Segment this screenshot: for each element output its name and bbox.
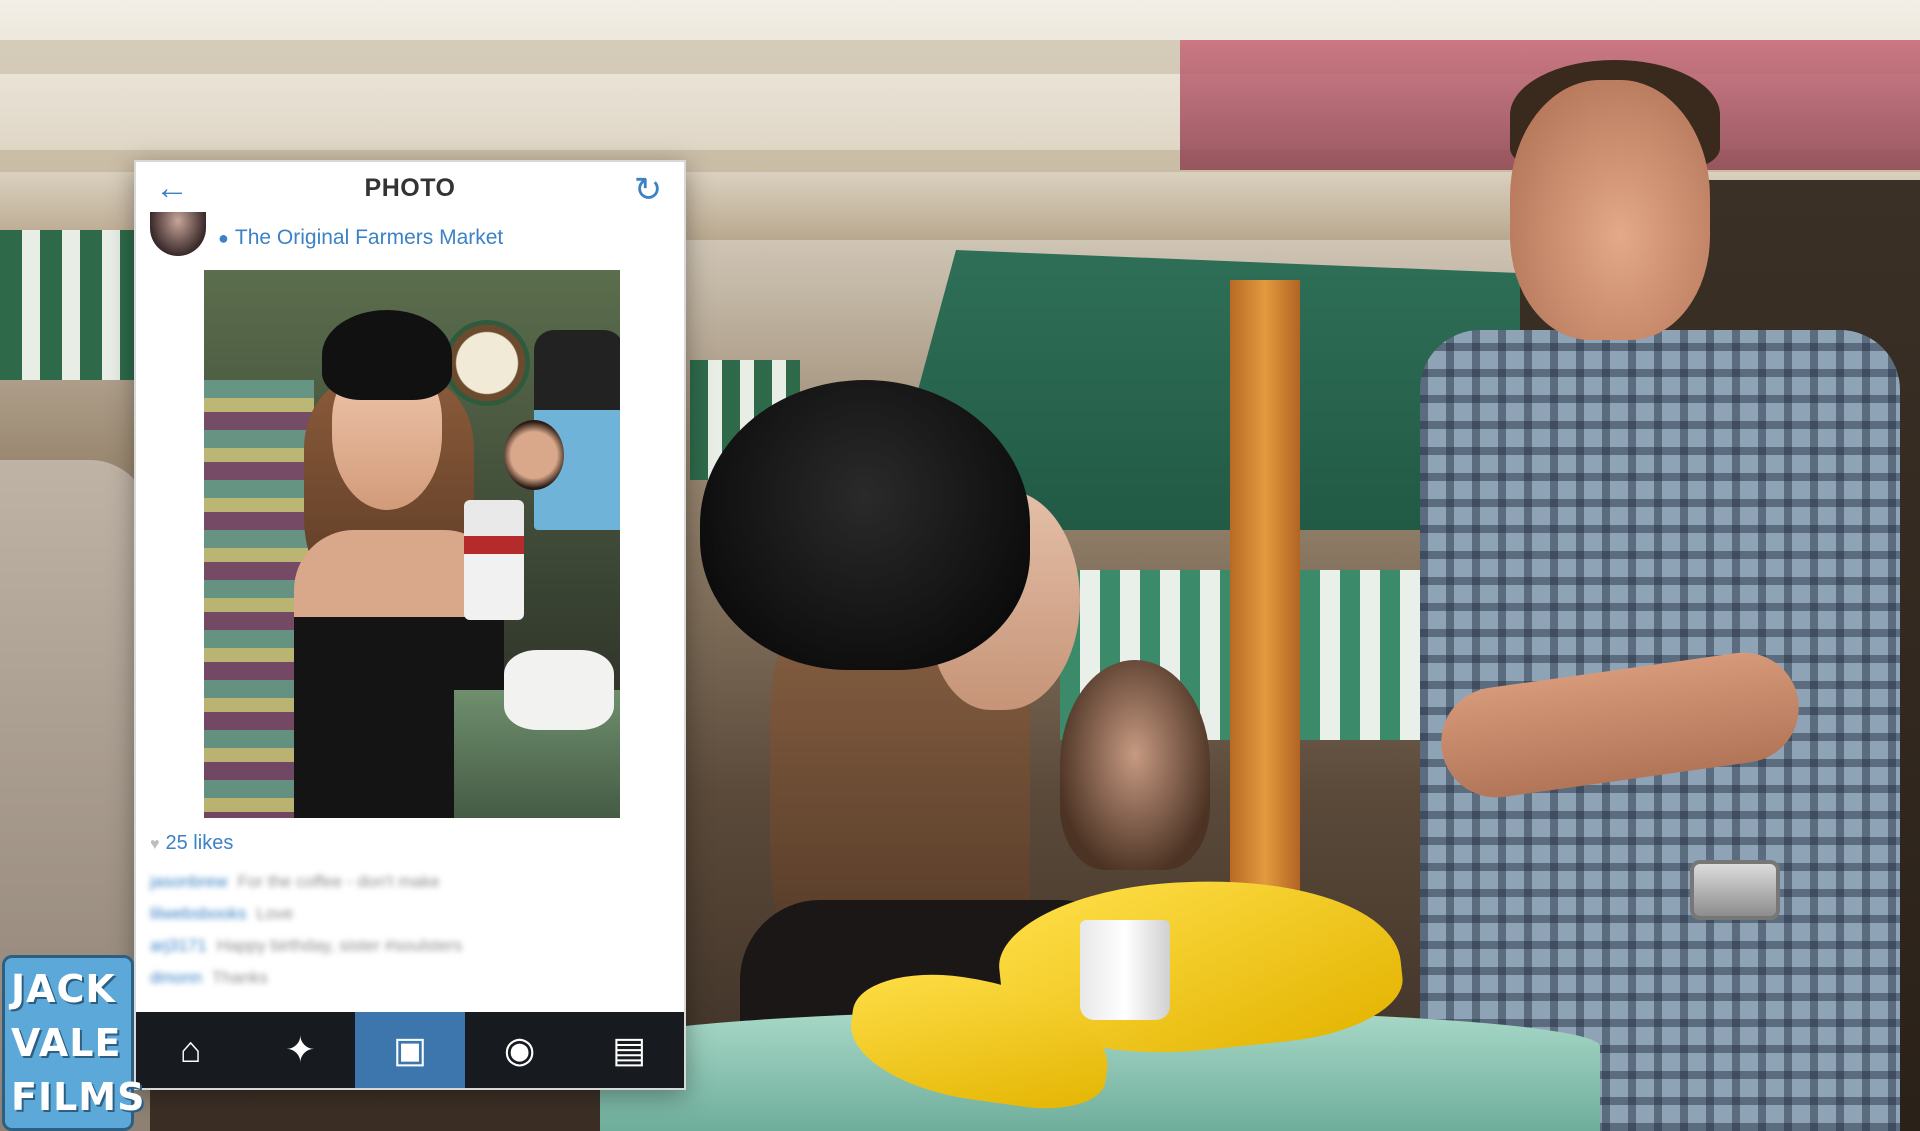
photo-clock [444, 320, 530, 406]
man-in-plaid-shirt [1420, 30, 1920, 1131]
comment-item: dmonn Thanks [150, 962, 670, 994]
location-pin-icon: ● [218, 228, 229, 248]
comment-username[interactable]: dmonn [150, 968, 202, 987]
post-header: ● The Original Farmers Market [136, 212, 684, 266]
drink-cup [1080, 920, 1170, 1020]
watermark-line: FILMS [11, 1075, 146, 1119]
likes-label: 25 likes [165, 832, 234, 854]
bottom-tab-bar: ⌂ ✦ ▣ ◉ ▤ [136, 1012, 684, 1088]
photo-cup [464, 500, 524, 620]
black-beanie [700, 380, 1030, 670]
watermark-line: VALE [11, 1021, 122, 1065]
page-title: PHOTO [364, 174, 456, 202]
photo-bag [504, 650, 614, 730]
comment-username[interactable]: lilwebsbooks [150, 904, 246, 923]
comment-item: arj3171 Happy birthday, sister #soulsters [150, 930, 670, 962]
activity-bubble-icon[interactable]: ◉ [465, 1012, 575, 1088]
camera-icon[interactable]: ▣ [355, 1012, 465, 1088]
comments-list: jasonbrew For the coffee - don't make lil… [150, 866, 670, 994]
post-photo[interactable] [204, 270, 620, 818]
heart-icon: ♥ [150, 836, 160, 853]
location-link[interactable]: ● The Original Farmers Market [218, 226, 503, 250]
home-icon[interactable]: ⌂ [136, 1012, 246, 1088]
comment-text: Happy birthday, sister #soulsters [216, 936, 463, 955]
comment-username[interactable]: jasonbrew [150, 872, 228, 891]
wristwatch [1690, 860, 1780, 920]
avatar[interactable] [150, 212, 206, 256]
instagram-screen: ← PHOTO ↻ ● The Original Farmers Market ♥… [134, 160, 686, 1090]
jack-vale-films-logo: JACK VALE FILMS [2, 955, 146, 1131]
orange-pole [1230, 280, 1300, 920]
photo-background-woman [504, 420, 564, 490]
comment-text: Love [256, 904, 294, 923]
refresh-icon[interactable]: ↻ [628, 170, 668, 210]
top-bar: ← PHOTO ↻ [136, 162, 684, 214]
location-label: The Original Farmers Market [234, 226, 504, 249]
profile-card-icon[interactable]: ▤ [574, 1012, 684, 1088]
comment-text: Thanks [211, 968, 268, 987]
watermark-line: JACK [11, 967, 116, 1011]
comment-item: lilwebsbooks Love [150, 898, 670, 930]
man-head [1510, 80, 1710, 340]
comment-item: jasonbrew For the coffee - don't make [150, 866, 670, 898]
photo-beanie [322, 310, 452, 400]
likes-count[interactable]: ♥ 25 likes [150, 832, 233, 855]
striped-awning [0, 230, 140, 380]
explore-star-icon[interactable]: ✦ [246, 1012, 356, 1088]
comment-text: For the coffee - don't make [237, 872, 440, 891]
comment-username[interactable]: arj3171 [150, 936, 207, 955]
